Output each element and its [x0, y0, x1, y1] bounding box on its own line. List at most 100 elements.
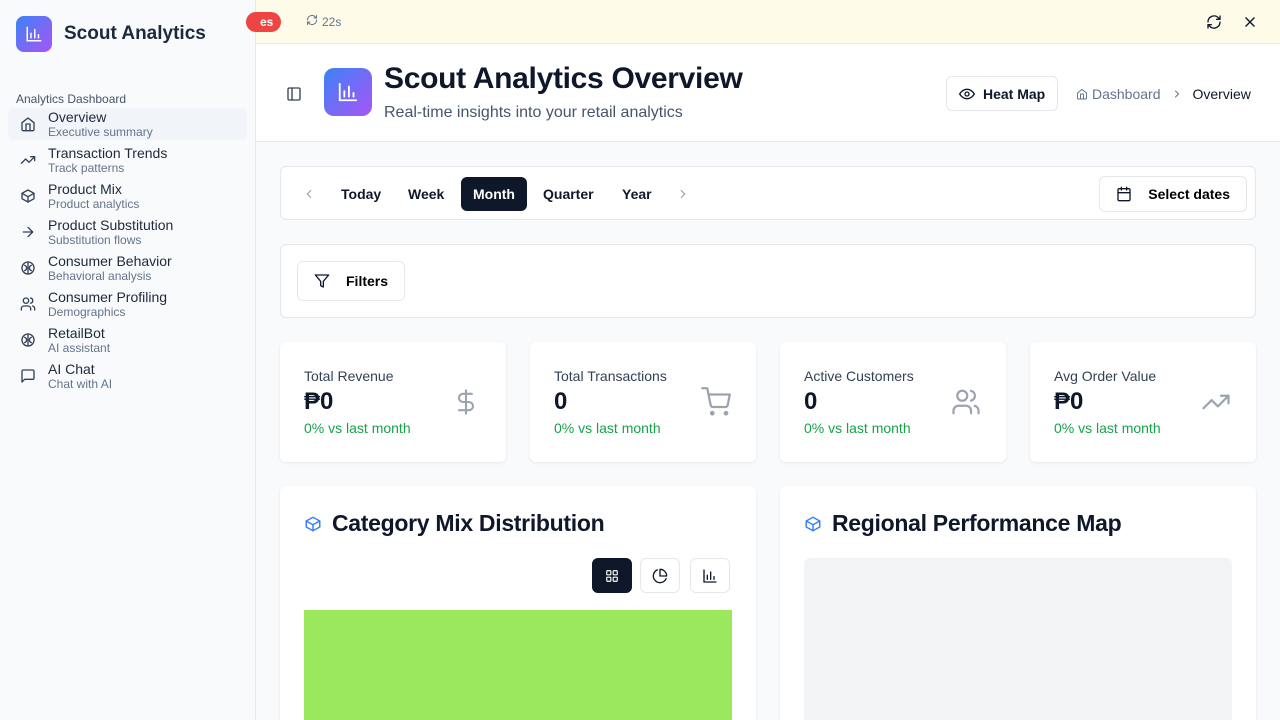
pie-view-button[interactable] [640, 558, 680, 593]
brain-icon [20, 332, 36, 348]
arrow-right-icon [20, 224, 36, 240]
message-square-icon [20, 368, 36, 384]
filters-button[interactable]: Filters [297, 261, 406, 301]
page-header: Scout Analytics Overview Real-time insig… [256, 44, 1280, 142]
sidebar-item-subtitle: Substitution flows [48, 233, 142, 247]
users-icon [950, 386, 982, 418]
period-today[interactable]: Today [329, 177, 393, 211]
package-icon [304, 515, 322, 533]
chevron-left-icon [306, 189, 312, 199]
period-week[interactable]: Week [396, 177, 456, 211]
sidebar-item-label: Overview [48, 109, 107, 125]
sidebar-item-subtitle: Demographics [48, 305, 126, 319]
sidebar-item-subtitle: Product analytics [48, 197, 140, 211]
sidebar-item-subtitle: AI assistant [48, 341, 111, 355]
main-area: es 22s Scout Analytics Overview Real-tim… [246, 0, 1280, 720]
kpi-delta: 0% vs last month [304, 420, 411, 436]
package-icon [804, 515, 822, 533]
treemap-view-button[interactable] [592, 558, 632, 593]
trending-up-icon [20, 152, 36, 168]
package-icon [20, 188, 36, 204]
bar-chart-icon [703, 568, 717, 583]
breadcrumb-dashboard[interactable]: Dashboard [1076, 86, 1161, 102]
close-icon [1245, 17, 1255, 27]
sidebar-item-ai-chat[interactable]: AI Chat Chat with AI [8, 360, 247, 392]
sidebar-item-label: Transaction Trends [48, 145, 168, 161]
card-header: Category Mix Distribution [304, 510, 605, 537]
refresh-countdown: 22s [322, 14, 342, 29]
chevron-right-icon [1171, 88, 1183, 100]
kpi-label: Total Transactions [554, 368, 667, 384]
refresh-icon [306, 14, 318, 29]
sidebar-toggle-button[interactable] [284, 84, 304, 104]
card-header: Regional Performance Map [804, 510, 1122, 537]
eye-icon [959, 86, 975, 102]
sidebar-nav: Overview Executive summary Transaction Tr… [0, 108, 255, 392]
breadcrumb: Dashboard Overview [1076, 84, 1251, 104]
brand-name: Scout Analytics [64, 23, 206, 44]
kpi-delta: 0% vs last month [1054, 420, 1161, 436]
kpi-value: 0 [804, 388, 818, 415]
refresh-icon [1207, 15, 1221, 29]
kpi-card-total-revenue: Total Revenue ₱0 0% vs last month [280, 342, 506, 462]
previous-period-button[interactable] [299, 184, 319, 204]
period-month[interactable]: Month [461, 177, 527, 211]
regional-performance-card: Regional Performance Map [780, 486, 1256, 720]
sidebar-item-subtitle: Behavioral analysis [48, 269, 152, 283]
sidebar-item-consumer-profiling[interactable]: Consumer Profiling Demographics [8, 288, 247, 320]
treemap-cell[interactable] [304, 610, 732, 720]
kpi-value: ₱0 [304, 388, 334, 415]
kpi-card-total-transactions: Total Transactions 0 0% vs last month [530, 342, 756, 462]
kpi-value: ₱0 [1054, 388, 1084, 415]
card-title: Regional Performance Map [832, 510, 1122, 536]
sidebar-item-subtitle: Executive summary [48, 125, 153, 139]
heat-map-label: Heat Map [983, 85, 1046, 102]
sidebar-item-subtitle: Chat with AI [48, 377, 113, 391]
page-title: Scout Analytics Overview [384, 62, 743, 95]
period-quarter[interactable]: Quarter [531, 177, 606, 211]
sidebar-item-label: AI Chat [48, 361, 95, 377]
dollar-sign-icon [450, 386, 482, 418]
status-badge: es [246, 12, 282, 32]
sidebar-item-label: Consumer Profiling [48, 289, 168, 305]
sidebar-item-label: Consumer Behavior [48, 253, 172, 269]
grid-icon [606, 569, 618, 582]
category-mix-card: Category Mix Distribution [280, 486, 756, 720]
section-label: Analytics Dashboard [16, 92, 127, 106]
kpi-delta: 0% vs last month [804, 420, 911, 436]
breadcrumb-current: Overview [1192, 86, 1251, 102]
kpi-card-avg-order-value: Avg Order Value ₱0 0% vs last month [1030, 342, 1256, 462]
bar-view-button[interactable] [690, 558, 730, 593]
sidebar-item-label: Product Mix [48, 181, 122, 197]
chevron-right-icon [680, 189, 686, 199]
sidebar-item-product-mix[interactable]: Product Mix Product analytics [8, 180, 247, 212]
sidebar-item-overview[interactable]: Overview Executive summary [8, 108, 247, 140]
panel-left-icon [287, 87, 301, 101]
select-dates-button[interactable]: Select dates [1099, 176, 1247, 212]
refresh-button[interactable] [1204, 12, 1224, 32]
sidebar: Scout Analytics Analytics Dashboard Over… [0, 0, 256, 720]
dashboard-content: Today Week Month Quarter Year Select dat… [256, 142, 1280, 720]
sidebar-item-transaction-trends[interactable]: Transaction Trends Track patterns [8, 144, 247, 176]
shopping-cart-icon [700, 386, 732, 418]
sidebar-item-subtitle: Track patterns [48, 161, 125, 175]
next-period-button[interactable] [673, 184, 693, 204]
sidebar-item-consumer-behavior[interactable]: Consumer Behavior Behavioral analysis [8, 252, 247, 284]
home-icon [20, 116, 36, 132]
filter-icon [314, 273, 330, 289]
page-subtitle: Real-time insights into your retail anal… [384, 104, 683, 121]
period-year[interactable]: Year [610, 177, 664, 211]
close-button[interactable] [1240, 12, 1260, 32]
heat-map-button[interactable]: Heat Map [946, 76, 1059, 111]
kpi-delta: 0% vs last month [554, 420, 661, 436]
calendar-icon [1116, 186, 1132, 202]
kpi-label: Total Revenue [304, 368, 394, 384]
users-icon [20, 296, 36, 312]
kpi-label: Avg Order Value [1054, 368, 1157, 384]
sidebar-item-product-substitution[interactable]: Product Substitution Substitution flows [8, 216, 247, 248]
home-icon [1076, 88, 1088, 100]
sidebar-item-retailbot[interactable]: RetailBot AI assistant [8, 324, 247, 356]
status-banner: es 22s [246, 0, 1280, 44]
kpi-card-active-customers: Active Customers 0 0% vs last month [780, 342, 1006, 462]
brand[interactable]: Scout Analytics [0, 0, 255, 68]
